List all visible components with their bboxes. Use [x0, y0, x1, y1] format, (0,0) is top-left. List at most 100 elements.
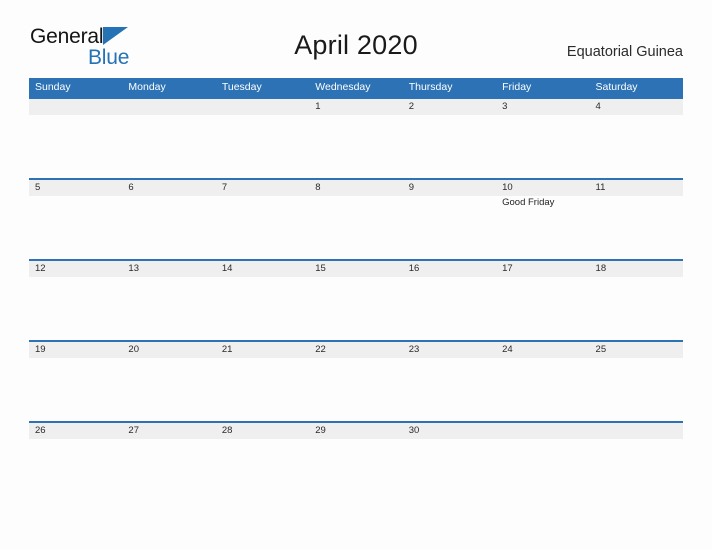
day-cell[interactable]: 6	[122, 180, 215, 196]
event-cell[interactable]	[216, 358, 309, 421]
day-number: 25	[595, 344, 607, 355]
day-number: 9	[408, 182, 414, 193]
day-cell[interactable]: 12	[29, 261, 122, 277]
week-row: 5 6 7 8 9 10 11 Good Friday	[29, 178, 683, 259]
event-cell[interactable]	[403, 277, 496, 340]
day-number: 11	[595, 182, 606, 193]
week-date-band: 26 27 28 29 30	[29, 423, 683, 439]
week-row: 12 13 14 15 16 17 18	[29, 259, 683, 340]
event-cell[interactable]	[29, 358, 122, 421]
day-cell[interactable]: 17	[496, 261, 589, 277]
day-cell[interactable]	[216, 99, 309, 115]
day-number: 26	[35, 425, 46, 436]
region-label: Equatorial Guinea	[566, 44, 683, 60]
event-cell[interactable]	[496, 115, 589, 178]
day-cell[interactable]: 26	[29, 423, 122, 439]
event-cell[interactable]	[309, 358, 402, 421]
day-cell[interactable]	[496, 423, 589, 439]
day-cell[interactable]: 14	[216, 261, 309, 277]
event-cell[interactable]	[590, 277, 683, 340]
event-cell[interactable]	[29, 196, 122, 259]
day-cell[interactable]: 28	[216, 423, 309, 439]
event-cell[interactable]	[403, 358, 496, 421]
event-cell[interactable]	[309, 196, 402, 259]
day-number: 4	[595, 101, 601, 112]
event-cell[interactable]	[122, 196, 215, 259]
event-cell[interactable]	[122, 439, 215, 502]
day-cell[interactable]: 7	[216, 180, 309, 196]
day-cell[interactable]: 23	[403, 342, 496, 358]
event-cell-good-friday[interactable]: Good Friday	[496, 196, 589, 259]
day-number: 17	[502, 263, 513, 274]
day-number: 30	[408, 425, 420, 436]
event-cell[interactable]	[216, 115, 309, 178]
day-cell[interactable]: 3	[496, 99, 589, 115]
day-number: 8	[315, 182, 321, 193]
event-cell[interactable]	[403, 439, 496, 502]
day-cell[interactable]	[29, 99, 122, 115]
day-number: 27	[128, 425, 139, 436]
event-cell[interactable]	[216, 439, 309, 502]
event-cell[interactable]	[496, 358, 589, 421]
week-date-band: 12 13 14 15 16 17 18	[29, 261, 683, 277]
event-cell[interactable]	[122, 115, 215, 178]
day-cell[interactable]: 16	[403, 261, 496, 277]
event-cell[interactable]	[29, 277, 122, 340]
day-cell[interactable]: 11	[590, 180, 683, 196]
day-cell[interactable]: 21	[216, 342, 309, 358]
day-cell[interactable]	[590, 423, 683, 439]
event-label: Good Friday	[502, 197, 555, 208]
event-cell[interactable]	[590, 358, 683, 421]
day-cell[interactable]: 2	[403, 99, 496, 115]
day-cell[interactable]	[122, 99, 215, 115]
event-cell[interactable]	[403, 196, 496, 259]
day-cell[interactable]: 22	[309, 342, 402, 358]
day-cell[interactable]: 15	[309, 261, 402, 277]
day-cell[interactable]: 20	[122, 342, 215, 358]
day-cell[interactable]: 30	[403, 423, 496, 439]
event-cell[interactable]	[29, 439, 122, 502]
day-number: 24	[502, 344, 513, 355]
day-number: 1	[315, 101, 321, 112]
day-cell[interactable]: 1	[309, 99, 402, 115]
event-cell[interactable]	[403, 115, 496, 178]
event-cell[interactable]	[29, 115, 122, 178]
day-cell[interactable]: 29	[309, 423, 402, 439]
day-number: 16	[408, 263, 420, 274]
day-cell[interactable]: 19	[29, 342, 122, 358]
event-cell[interactable]	[590, 439, 683, 502]
event-cell[interactable]	[122, 358, 215, 421]
event-cell[interactable]	[590, 196, 683, 259]
day-cell[interactable]: 27	[122, 423, 215, 439]
day-number: 3	[502, 101, 508, 112]
event-cell[interactable]	[216, 277, 309, 340]
day-cell[interactable]: 9	[403, 180, 496, 196]
event-cell[interactable]	[122, 277, 215, 340]
day-number: 10	[502, 182, 513, 193]
weekday-header-saturday: Saturday	[595, 81, 638, 93]
event-cell[interactable]	[496, 277, 589, 340]
event-cell[interactable]	[590, 115, 683, 178]
day-cell[interactable]: 4	[590, 99, 683, 115]
event-cell[interactable]	[309, 115, 402, 178]
week-row: 19 20 21 22 23 24 25	[29, 340, 683, 421]
event-cell[interactable]	[216, 196, 309, 259]
event-cell[interactable]	[309, 277, 402, 340]
event-cell[interactable]	[496, 439, 589, 502]
day-cell[interactable]: 25	[590, 342, 683, 358]
week-row: 26 27 28 29 30	[29, 421, 683, 502]
day-number: 13	[128, 263, 139, 274]
day-cell[interactable]: 8	[309, 180, 402, 196]
day-cell[interactable]: 10	[496, 180, 589, 196]
weekday-header-wednesday: Wednesday	[315, 81, 371, 93]
event-cell[interactable]	[309, 439, 402, 502]
week-date-band: 1 2 3 4	[29, 99, 683, 115]
day-cell[interactable]: 18	[590, 261, 683, 277]
day-number: 21	[221, 344, 233, 355]
day-cell[interactable]: 5	[29, 180, 122, 196]
weekday-header-thursday: Thursday	[408, 81, 453, 93]
weekday-header-tuesday: Tuesday	[221, 81, 262, 93]
day-cell[interactable]: 24	[496, 342, 589, 358]
week-row: 1 2 3 4	[29, 97, 683, 178]
day-cell[interactable]: 13	[122, 261, 215, 277]
